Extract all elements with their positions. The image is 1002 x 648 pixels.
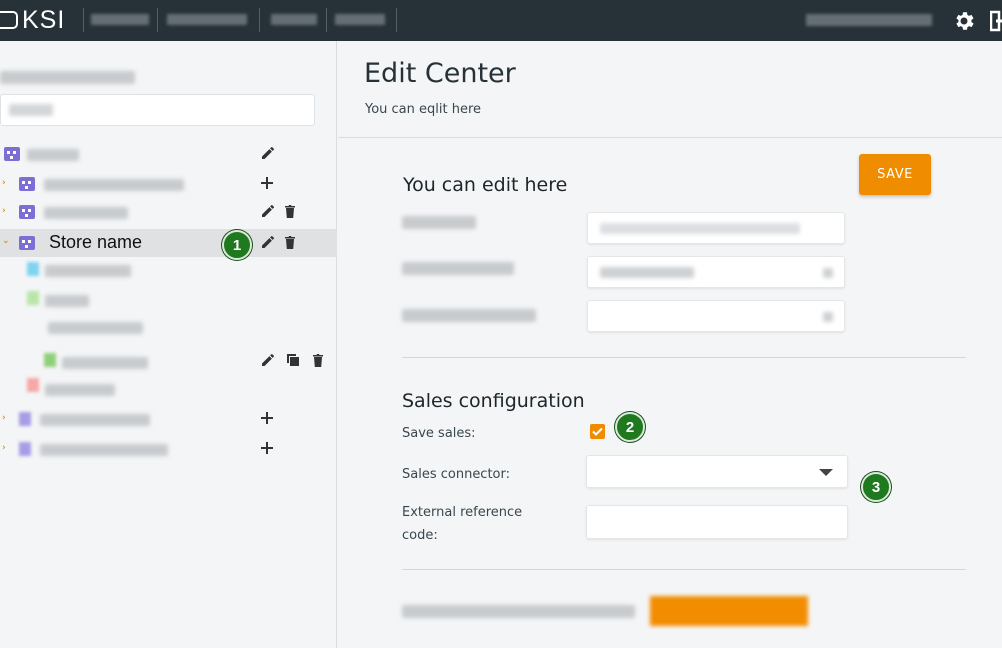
field-value — [600, 267, 694, 278]
chevron-right-icon[interactable]: › — [2, 443, 12, 453]
section-title: You can edit here — [403, 174, 568, 196]
trash-icon[interactable] — [282, 203, 298, 219]
text-field-3[interactable] — [587, 300, 845, 332]
pencil-icon[interactable] — [260, 203, 276, 219]
external-ref-label-line1: External reference — [402, 505, 523, 520]
building-icon — [19, 442, 31, 456]
tree-item[interactable]: › — [0, 170, 337, 198]
bottom-field-label — [402, 605, 635, 618]
sales-connector-select[interactable] — [586, 455, 848, 488]
field-icon — [823, 268, 833, 278]
page-title: Edit Center — [364, 58, 516, 89]
field-icon — [823, 312, 833, 322]
annotation-badge-1: 1 — [222, 230, 252, 260]
plus-icon[interactable] — [259, 440, 275, 456]
child-item-label[interactable] — [45, 384, 115, 396]
trash-icon[interactable] — [310, 352, 326, 368]
section-divider — [402, 569, 966, 570]
tree-item-label — [44, 179, 184, 191]
chevron-down-icon[interactable]: ⌄ — [2, 236, 12, 246]
nav-item-1[interactable] — [91, 14, 149, 25]
annotation-badge-3: 3 — [861, 472, 891, 502]
logo-mark-icon — [0, 11, 18, 29]
logo-text: KSI — [22, 5, 66, 34]
sales-section-title: Sales configuration — [402, 390, 585, 412]
external-ref-label-line2: code: — [402, 528, 438, 543]
page-header: Edit Center You can eqlit here — [338, 41, 1002, 138]
nav-item-4[interactable] — [335, 14, 385, 25]
child-item-label[interactable] — [45, 265, 131, 277]
tree-item-label: Store name — [49, 232, 143, 252]
pencil-icon[interactable] — [260, 352, 276, 368]
top-bar: KSI — [0, 0, 1002, 41]
chevron-right-icon[interactable]: › — [2, 413, 12, 423]
save-button[interactable]: SAVE — [859, 154, 931, 195]
text-field-2[interactable] — [587, 256, 845, 288]
child-item-label[interactable] — [62, 357, 148, 369]
field-label — [402, 309, 536, 322]
tree-item-label — [44, 207, 128, 219]
tree-item[interactable]: › — [0, 435, 337, 463]
tree-panel-title — [0, 71, 135, 84]
user-name[interactable] — [806, 14, 932, 26]
tree-item-selected[interactable]: ⌄ Store name — [0, 229, 337, 257]
edit-panel: Edit Center You can eqlit here SAVE You … — [338, 41, 1002, 648]
page-subtitle: You can eqlit here — [365, 102, 482, 117]
nav-divider — [259, 8, 260, 32]
trash-icon[interactable] — [282, 234, 298, 250]
building-icon — [19, 205, 35, 219]
nav-divider — [396, 8, 397, 32]
pencil-icon[interactable] — [260, 145, 276, 161]
pencil-icon[interactable] — [260, 234, 276, 250]
external-ref-label: External reference code: — [402, 501, 522, 547]
gear-icon[interactable] — [952, 9, 976, 33]
section-divider — [402, 357, 966, 358]
sales-connector-label: Sales connector: — [402, 467, 511, 482]
tree-panel: › › ⌄ Store name 1 › › — [0, 41, 337, 648]
building-icon — [19, 236, 35, 250]
child-icon — [27, 291, 39, 305]
search-value — [9, 104, 53, 116]
text-field-1[interactable] — [587, 212, 845, 244]
tree-item[interactable]: › — [0, 405, 337, 433]
nav-divider — [157, 8, 158, 32]
tree-item-root[interactable] — [0, 140, 337, 168]
tree-search-input[interactable] — [0, 94, 315, 126]
dropdown-caret-icon — [819, 469, 833, 476]
nav-item-2[interactable] — [167, 14, 247, 25]
field-value — [600, 223, 800, 234]
building-icon — [19, 177, 35, 191]
check-icon — [592, 427, 603, 436]
child-icon — [27, 378, 39, 392]
chevron-right-icon[interactable]: › — [2, 178, 12, 188]
nav-divider — [83, 8, 84, 32]
tree-item[interactable]: › — [0, 198, 337, 226]
child-item-label[interactable] — [45, 295, 89, 307]
logout-icon[interactable] — [990, 10, 1002, 32]
save-sales-checkbox[interactable] — [590, 424, 605, 439]
child-icon — [27, 262, 39, 276]
tree-item-label — [40, 444, 168, 456]
app-logo[interactable]: KSI — [0, 4, 65, 36]
child-icon — [44, 353, 56, 367]
field-label — [402, 216, 476, 229]
tree-item-label — [27, 149, 79, 161]
building-icon — [4, 147, 20, 161]
bottom-action-button[interactable] — [650, 596, 808, 626]
chevron-right-icon[interactable]: › — [2, 206, 12, 216]
annotation-badge-2: 2 — [615, 412, 645, 442]
tree-item-label — [40, 414, 150, 426]
nav-item-3[interactable] — [271, 14, 317, 25]
plus-icon[interactable] — [259, 410, 275, 426]
child-item-label[interactable] — [48, 322, 143, 334]
building-icon — [19, 412, 31, 426]
save-sales-label: Save sales: — [402, 426, 476, 441]
copy-icon[interactable] — [285, 352, 301, 368]
nav-divider — [326, 8, 327, 32]
external-ref-input[interactable] — [586, 505, 848, 539]
field-label — [402, 262, 514, 275]
plus-icon[interactable] — [259, 175, 275, 191]
